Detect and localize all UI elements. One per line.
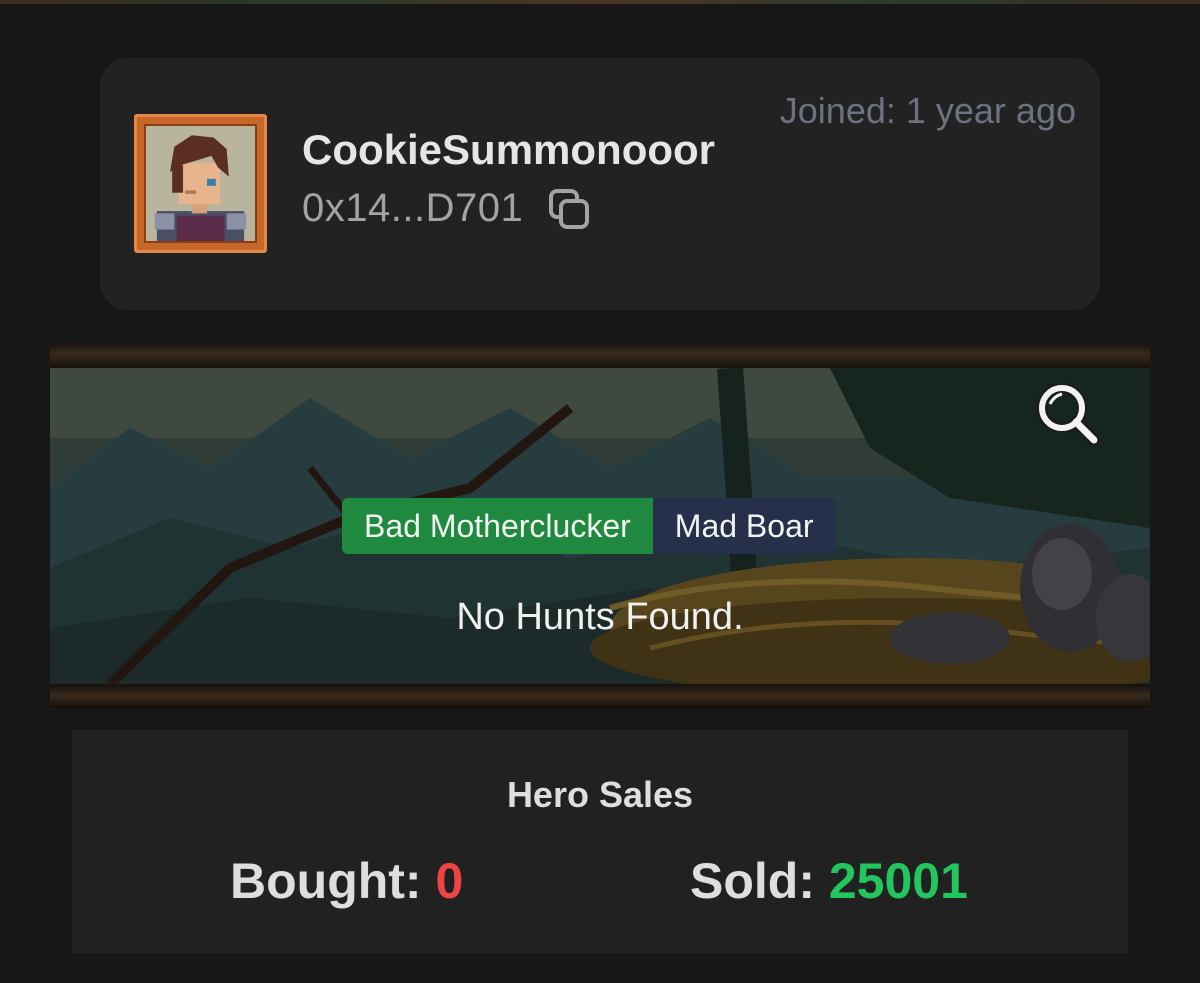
username: CookieSummonooor [302, 126, 716, 173]
tab-bad-motherclucker[interactable]: Bad Motherclucker [342, 498, 653, 554]
sold-stat: Sold: 25001 [690, 852, 968, 910]
bought-stat: Bought: 0 [230, 852, 463, 910]
bought-value: 0 [435, 853, 464, 909]
banner-frame-bottom [50, 684, 1150, 708]
wallet-address: 0x14...D701 [302, 186, 524, 230]
profile-card: CookieSummonooor 0x14...D701 Joined: 1 y… [100, 58, 1100, 310]
search-icon[interactable] [1036, 382, 1100, 446]
avatar-portrait [144, 124, 257, 243]
avatar [134, 114, 267, 253]
bought-label: Bought: [230, 853, 436, 909]
hunts-banner: Bad Motherclucker Mad Boar No Hunts Foun… [50, 344, 1150, 708]
banner-frame-top [50, 344, 1150, 368]
hero-sales-panel: Hero Sales Bought: 0 Sold: 25001 [72, 730, 1128, 954]
hero-sales-title: Hero Sales [506, 774, 694, 815]
copy-icon[interactable] [547, 187, 591, 231]
no-hunts-message: No Hunts Found. [456, 596, 744, 638]
tab-mad-boar[interactable]: Mad Boar [652, 498, 836, 554]
hunt-tabs: Bad Motherclucker Mad Boar [342, 498, 836, 554]
sold-value: 25001 [828, 853, 968, 909]
wallet-address-row: 0x14...D701 [302, 186, 591, 231]
joined-date: Joined: 1 year ago [779, 90, 1076, 131]
top-banner-strip [0, 0, 1200, 4]
sold-label: Sold: [690, 853, 829, 909]
